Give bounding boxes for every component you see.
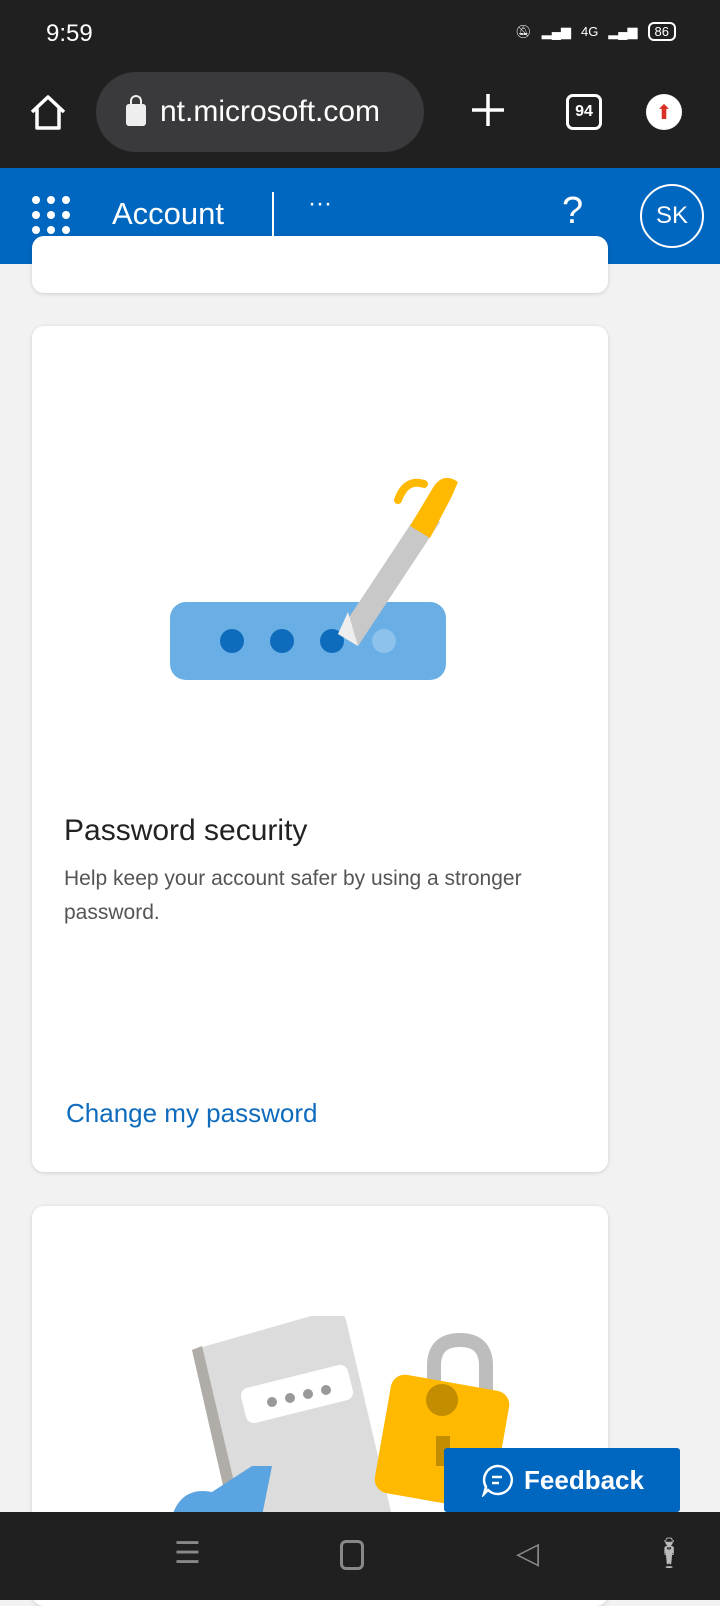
card-title: Password security <box>64 814 308 847</box>
more-options-button[interactable]: ··· <box>308 190 332 218</box>
feedback-chat-icon <box>481 1464 513 1497</box>
password-security-card: Password security Help keep your account… <box>32 326 608 1172</box>
browser-toolbar: nt.microsoft.com 94 ⬆ <box>0 68 720 168</box>
back-icon[interactable]: ◁ <box>516 1536 539 1571</box>
clock: 9:59 <box>46 20 93 47</box>
battery-icon: 86 <box>647 22 676 41</box>
recents-icon[interactable]: ☰ <box>174 1536 201 1571</box>
mute-bell-icon: 🔕︎ <box>515 23 532 39</box>
help-button[interactable]: ? <box>562 190 583 233</box>
signal-icon-2: ▂▄▆ <box>608 23 638 39</box>
address-bar[interactable]: nt.microsoft.com <box>96 72 424 152</box>
app-launcher-icon[interactable] <box>32 196 70 234</box>
accessibility-icon[interactable]: 🕴︎ <box>650 1536 688 1571</box>
feedback-label: Feedback <box>524 1464 644 1495</box>
status-bar: 9:59 🔕︎ ▂▄▆ 4G ▂▄▆ 86 <box>0 0 720 68</box>
feedback-button[interactable]: Feedback <box>444 1448 680 1512</box>
new-tab-icon[interactable] <box>470 92 506 128</box>
system-nav-bar: ☰ ◁ 🕴︎ <box>0 1512 720 1600</box>
update-arrow-icon[interactable]: ⬆ <box>646 94 682 130</box>
page-title[interactable]: Account <box>112 196 224 232</box>
lock-icon <box>126 95 146 126</box>
tab-switcher-button[interactable]: 94 <box>566 94 602 130</box>
password-illustration <box>170 477 458 680</box>
avatar[interactable]: SK <box>640 184 704 248</box>
signal-icon: ▂▄▆ <box>541 23 571 39</box>
previous-card <box>32 236 608 293</box>
network-type: 4G <box>580 24 599 39</box>
home-icon[interactable] <box>28 92 68 132</box>
change-password-link[interactable]: Change my password <box>66 1098 317 1129</box>
url-text: nt.microsoft.com <box>160 95 381 128</box>
divider <box>272 192 274 240</box>
home-nav-icon[interactable] <box>340 1540 364 1570</box>
card-description: Help keep your account safer by using a … <box>64 867 522 924</box>
